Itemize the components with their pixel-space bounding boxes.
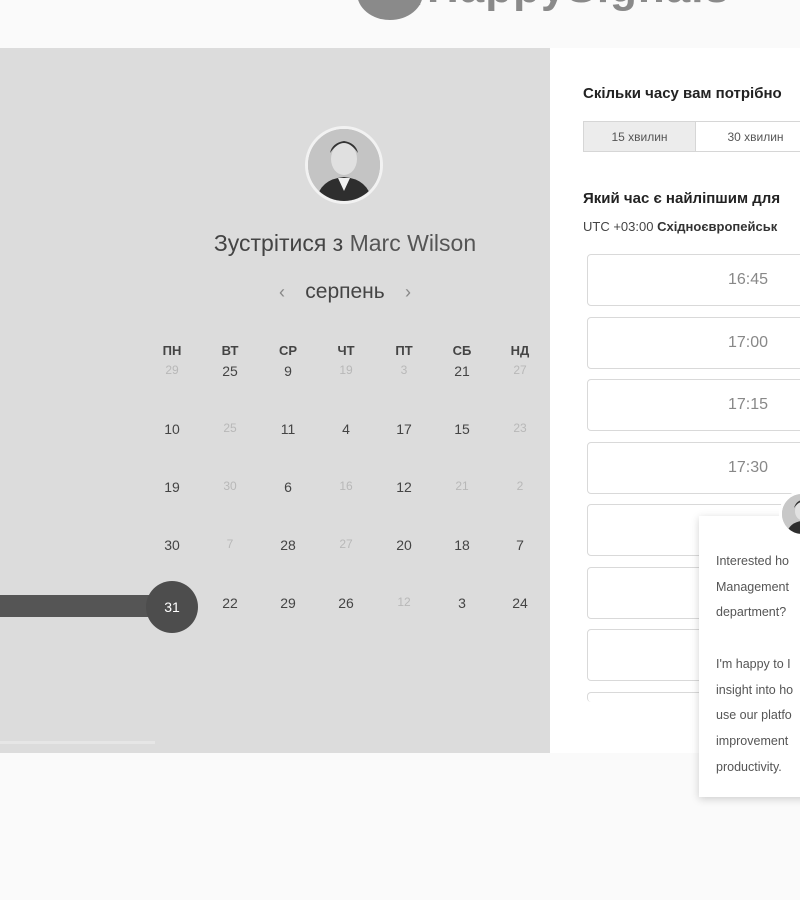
chat-popup[interactable]: Interested ho Management department? I'm… [699,516,800,797]
weekday-label: ВТ [221,343,239,358]
calendar-day[interactable]: 20 [375,537,433,553]
time-slot-button[interactable]: 17:30 [587,441,800,494]
calendar-day: 12 [397,595,411,609]
calendar-week: 19 30 6 16 12 21 2 [143,479,549,537]
calendar-day[interactable]: 10 [143,421,201,437]
divider [0,741,155,744]
calendar-day[interactable]: 6 [259,479,317,495]
chat-line: Management [716,579,789,594]
calendar-day[interactable]: 30 [143,537,201,553]
calendar-day[interactable]: 18 [433,537,491,553]
calendar-day[interactable]: 9 [259,363,317,379]
month-navigation: ‹ серпень › [275,280,415,304]
timezone-label[interactable]: UTC +03:00 Східноєвропейськ [583,219,777,234]
weekday-header: ПН ВТ СР ЧТ ПТ СБ НД [143,343,549,363]
calendar-day[interactable]: 15 [433,421,491,437]
calendar-day: 7 [226,537,234,551]
calendar-day: 2 [516,479,524,493]
host-avatar [305,126,383,204]
calendar-day: 30 [223,479,237,493]
calendar-day[interactable]: 28 [259,537,317,553]
calendar-day[interactable]: 25 [201,363,259,379]
duration-30-button[interactable]: 30 хвилин [696,121,800,152]
timezone-offset: UTC +03:00 [583,219,654,234]
calendar-day: 27 [513,363,527,377]
time-question: Який час є найліпшим для [583,190,781,207]
chat-line [716,626,800,652]
chat-line: insight into ho [716,682,794,697]
time-slot-button[interactable]: 17:15 [587,379,800,431]
time-slot-button[interactable]: 17:00 [587,316,800,369]
meet-prefix: Зустрітися з [213,230,344,256]
duration-15-button[interactable]: 15 хвилин [583,121,696,152]
logo-text: HappySignals [427,0,730,13]
calendar-panel: Зустрітися з Marc Wilson ‹ серпень › ПН … [0,48,550,753]
weekday-label: ПН [162,343,182,358]
timezone-name: Східноєвропейськ [657,219,778,234]
calendar-day: 3 [400,363,408,377]
calendar-day[interactable]: 12 [375,479,433,495]
host-name: Marc Wilson [349,230,477,256]
chat-line: use our platfo [716,708,792,723]
weekday-label: НД [510,343,530,358]
calendar-week: 30 7 28 27 20 18 7 [143,537,549,595]
happysignals-logo: HappySignals [355,0,730,30]
calendar-day[interactable]: 3 [433,595,491,611]
calendar-week: 22 29 26 12 3 24 [143,595,549,653]
calendar-day[interactable]: 7 [491,537,549,553]
calendar-day[interactable]: 21 [433,363,491,379]
chat-line: department? [716,605,787,620]
calendar-day: 21 [455,479,469,493]
prev-month-icon[interactable]: ‹ [275,282,289,303]
calendar-grid: ПН ВТ СР ЧТ ПТ СБ НД 29 25 9 19 3 21 27 10 25 11 4… [143,343,549,653]
calendar-day[interactable]: 19 [143,479,201,495]
weekday-label: СР [278,343,298,358]
calendar-day: 23 [513,421,527,435]
time-slot-button[interactable]: 16:45 [587,254,800,306]
calendar-day[interactable]: 26 [317,595,375,611]
month-label: серпень [305,280,385,303]
calendar-week: 10 25 11 4 17 15 23 [143,421,549,479]
calendar-day[interactable]: 29 [259,595,317,611]
calendar-day[interactable]: 11 [259,421,317,437]
chat-bubble-logo-icon [355,0,427,30]
chat-line: productivity. [716,759,782,774]
weekday-label: ПТ [395,343,413,358]
chat-line: improvement [716,733,789,748]
calendar-day: 19 [339,363,353,377]
chat-line: I'm happy to I [716,656,791,671]
calendar-day: 25 [223,421,237,435]
chat-line: Interested ho [716,554,789,568]
calendar-day[interactable]: 22 [201,595,259,611]
weekday-label: ЧТ [337,343,355,358]
duration-question: Скільки часу вам потрібно [583,85,782,102]
calendar-week: 29 25 9 19 3 21 27 [143,363,549,421]
weekday-label: СБ [452,343,472,358]
selected-day[interactable]: 31 [146,581,198,633]
calendar-day: 29 [165,363,179,377]
chat-message: Interested ho Management department? I'm… [716,549,800,780]
calendar-day[interactable]: 17 [375,421,433,437]
calendar-day: 16 [339,479,353,493]
calendar-day[interactable]: 4 [317,421,375,437]
next-month-icon[interactable]: › [401,282,415,303]
calendar-day: 27 [339,537,353,551]
calendar-day[interactable]: 24 [491,595,549,611]
duration-options: 15 хвилин 30 хвилин [583,121,800,152]
